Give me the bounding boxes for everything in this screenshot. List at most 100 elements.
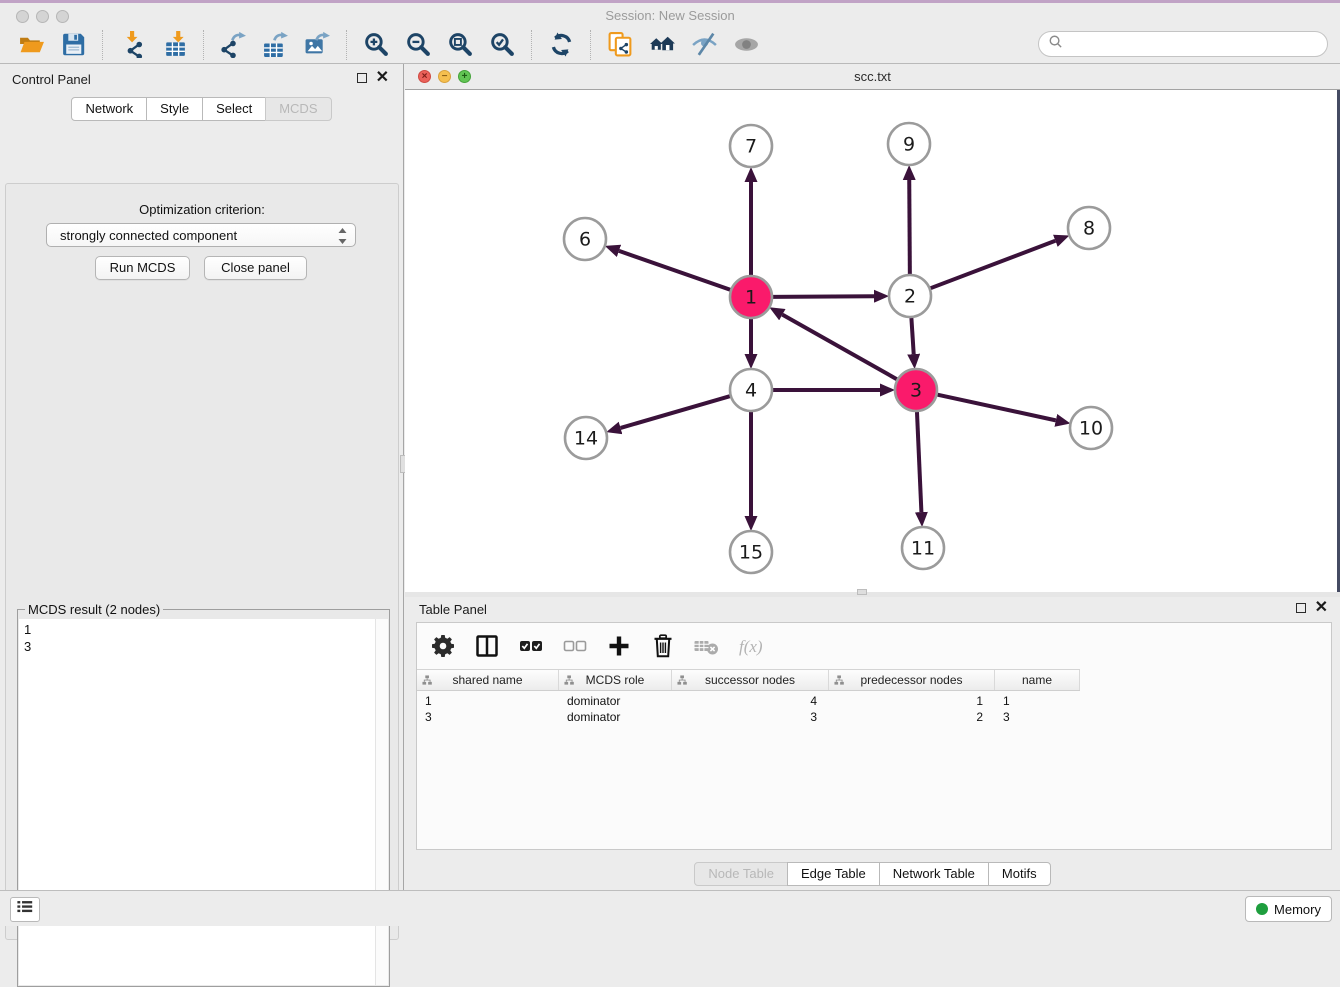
column-label: shared name: [452, 673, 522, 687]
app-titlebar: Session: New Session: [0, 0, 1340, 26]
column-header-shared-name[interactable]: shared name: [417, 670, 559, 690]
criterion-value: strongly connected component: [60, 228, 237, 243]
run-mcds-button[interactable]: Run MCDS: [95, 256, 190, 280]
chevron-updown-icon: [337, 227, 348, 248]
open-session-button[interactable]: [13, 29, 49, 61]
export-image-button[interactable]: [299, 29, 335, 61]
copy-network-icon: [607, 31, 634, 58]
tab-network[interactable]: Network: [71, 97, 147, 121]
export-network-button[interactable]: [215, 29, 251, 61]
criterion-select[interactable]: strongly connected component: [46, 223, 356, 247]
cell-name[interactable]: 1: [995, 693, 1080, 709]
column-label: name: [1022, 673, 1052, 687]
network-view-window[interactable]: × − + scc.txt 7968124314101511: [405, 64, 1340, 592]
edge-1-2[interactable]: [773, 296, 874, 297]
mcds-result-title: MCDS result (2 nodes): [25, 602, 163, 617]
search-input[interactable]: [1067, 34, 1327, 54]
network-graph-canvas[interactable]: 7968124314101511: [407, 90, 1337, 590]
tab-node-table[interactable]: Node Table: [694, 862, 788, 886]
table-settings-button[interactable]: [424, 628, 462, 664]
first-neighbors-button[interactable]: [644, 29, 680, 61]
zoom-out-button[interactable]: [400, 29, 436, 61]
float-panel-icon[interactable]: [357, 73, 367, 83]
node-label-15: 15: [739, 542, 763, 564]
toolbar-separator: [346, 30, 347, 60]
edge-2-8[interactable]: [931, 241, 1056, 288]
node-label-1: 1: [745, 287, 757, 309]
column-header-MCDS-role[interactable]: MCDS role: [559, 670, 672, 690]
attribute-type-icon: [677, 675, 688, 686]
tab-network-table[interactable]: Network Table: [879, 862, 989, 886]
table-header-row: shared name MCDS role successor nodes prede…: [417, 669, 1080, 691]
window-title: Session: New Session: [0, 8, 1340, 23]
deselect-all-button[interactable]: [556, 628, 594, 664]
cell-predecessor-nodes[interactable]: 2: [829, 709, 995, 725]
memory-button[interactable]: Memory: [1245, 896, 1332, 922]
cell-successor-nodes[interactable]: 4: [672, 693, 829, 709]
delete-column-button[interactable]: [644, 628, 682, 664]
node-label-2: 2: [904, 286, 916, 308]
network-window-titlebar: × − + scc.txt: [405, 64, 1340, 90]
fx-icon: f(x): [738, 633, 764, 659]
column-label: successor nodes: [705, 673, 795, 687]
edge-3-11[interactable]: [917, 412, 921, 512]
column-header-predecessor-nodes[interactable]: predecessor nodes: [829, 670, 995, 690]
tab-style[interactable]: Style: [146, 97, 203, 121]
save-session-button[interactable]: [55, 29, 91, 61]
edge-3-1[interactable]: [782, 315, 896, 380]
edge-1-6[interactable]: [619, 251, 730, 290]
hide-selected-button[interactable]: [686, 29, 722, 61]
new-network-from-selection-button[interactable]: [602, 29, 638, 61]
zoom-fit-button[interactable]: [442, 29, 478, 61]
import-network-button[interactable]: [114, 29, 150, 61]
edge-2-3[interactable]: [911, 318, 913, 354]
edge-2-9[interactable]: [909, 180, 910, 274]
cell-successor-nodes[interactable]: 3: [672, 709, 829, 725]
zoom-in-button[interactable]: [358, 29, 394, 61]
tab-select[interactable]: Select: [202, 97, 266, 121]
node-label-7: 7: [745, 136, 757, 158]
cell-name[interactable]: 3: [995, 709, 1080, 725]
mcds-result-text[interactable]: 1 3: [19, 619, 375, 985]
show-all-button: [728, 29, 764, 61]
uncheck-all-icon: [562, 633, 588, 659]
check-all-icon: [518, 633, 544, 659]
attribute-type-icon: [564, 675, 575, 686]
edge-3-10[interactable]: [937, 395, 1055, 421]
trash-icon: [650, 633, 676, 659]
tab-edge-table[interactable]: Edge Table: [787, 862, 880, 886]
close-table-panel-icon[interactable]: ✕: [1315, 603, 1328, 613]
search-field[interactable]: [1038, 31, 1328, 57]
search-icon: [1048, 34, 1063, 54]
show-task-history-button[interactable]: [10, 897, 40, 922]
close-panel-button[interactable]: Close panel: [204, 256, 307, 280]
table-row[interactable]: 3dominator323: [417, 709, 1080, 725]
close-panel-icon[interactable]: ✕: [376, 73, 389, 83]
select-all-button[interactable]: [512, 628, 550, 664]
zoom-selected-button[interactable]: [484, 29, 520, 61]
column-header-name[interactable]: name: [995, 670, 1080, 690]
cell-shared-name[interactable]: 1: [417, 693, 559, 709]
import-table-icon: [161, 31, 188, 58]
column-header-successor-nodes[interactable]: successor nodes: [672, 670, 829, 690]
create-column-button[interactable]: [600, 628, 638, 664]
control-panel: Control Panel ✕ NetworkStyleSelectMCDS O…: [0, 64, 404, 890]
cell-MCDS-role[interactable]: dominator: [559, 709, 672, 725]
cell-shared-name[interactable]: 3: [417, 709, 559, 725]
tab-motifs[interactable]: Motifs: [988, 862, 1051, 886]
edge-4-14[interactable]: [621, 396, 730, 428]
table-row[interactable]: 1dominator411: [417, 693, 1080, 709]
task-list-icon: [14, 896, 36, 923]
cell-MCDS-role[interactable]: dominator: [559, 693, 672, 709]
import-table-button[interactable]: [156, 29, 192, 61]
apply-layout-button[interactable]: [543, 29, 579, 61]
toggle-table-mode-button[interactable]: [468, 628, 506, 664]
export-table-button[interactable]: [257, 29, 293, 61]
tab-mcds[interactable]: MCDS: [265, 97, 331, 121]
result-scrollbar[interactable]: [375, 619, 388, 985]
horizontal-splitter-grip[interactable]: [857, 589, 867, 595]
status-bar: Memory: [0, 890, 1340, 926]
table-tabs: Node TableEdge TableNetwork TableMotifs: [405, 862, 1340, 886]
cell-predecessor-nodes[interactable]: 1: [829, 693, 995, 709]
float-table-panel-icon[interactable]: [1296, 603, 1306, 613]
